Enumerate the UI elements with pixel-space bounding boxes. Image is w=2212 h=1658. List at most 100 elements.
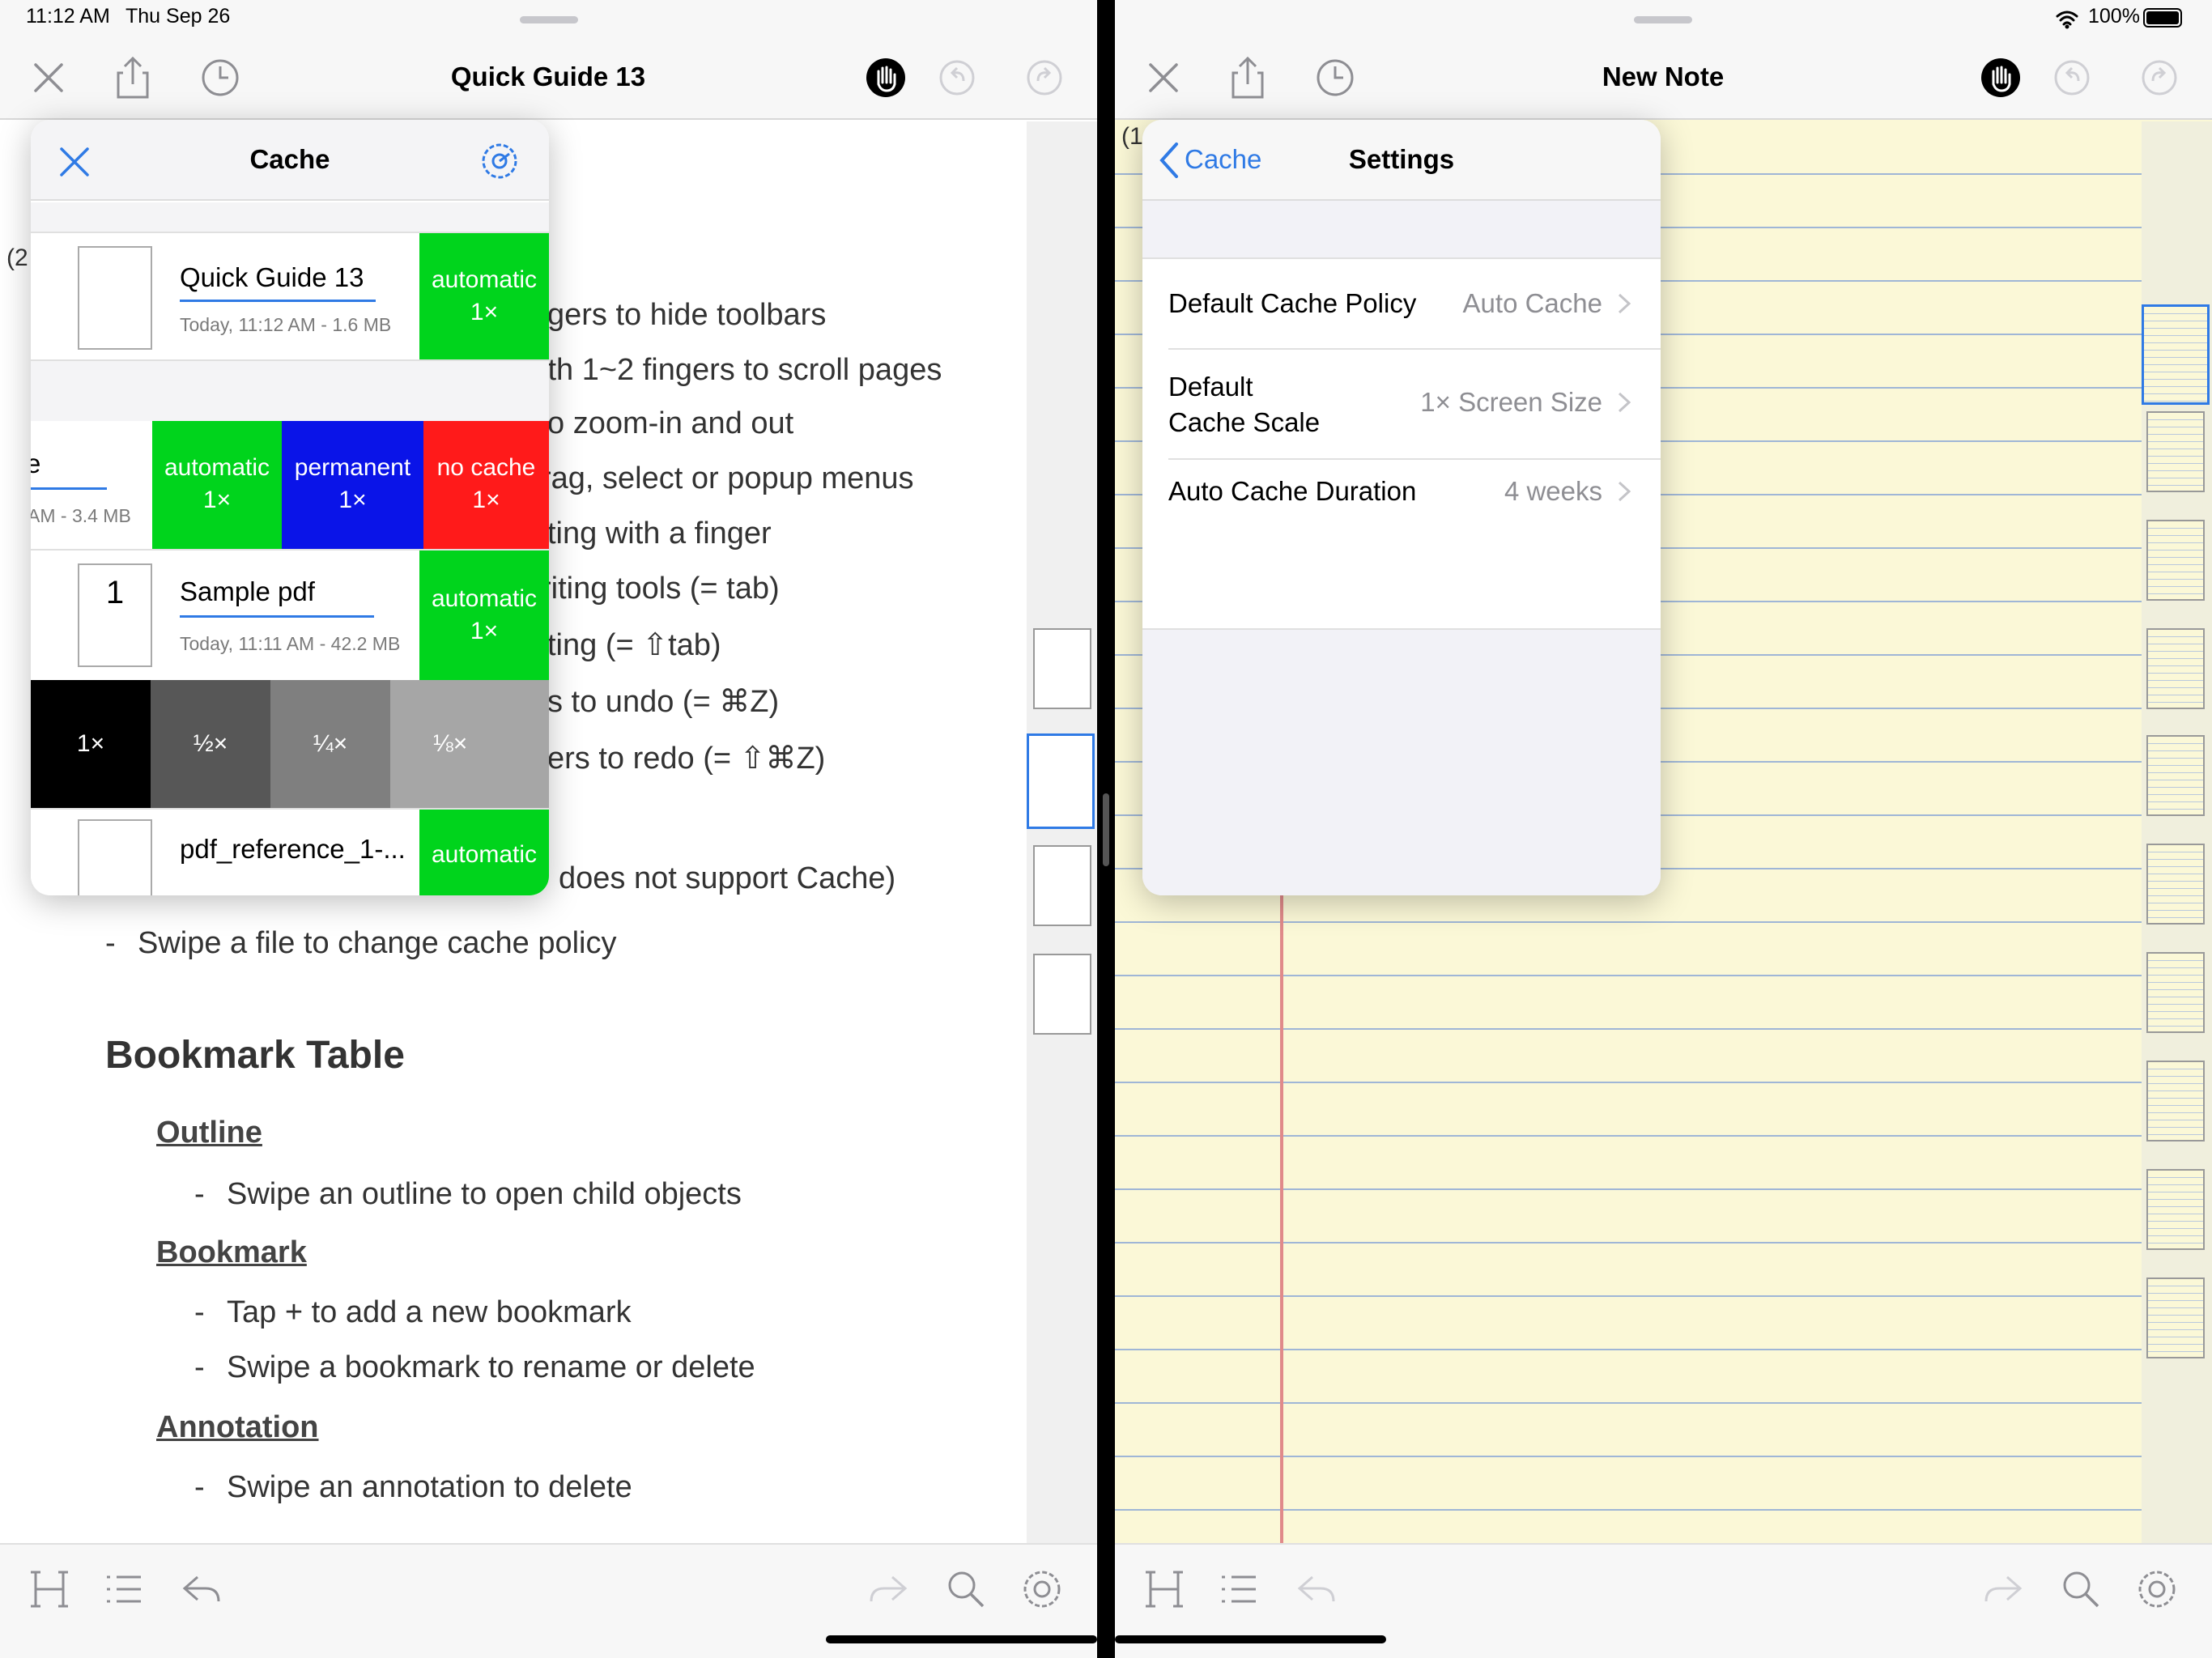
automatic-action-button[interactable]: automatic 1× [152, 421, 282, 549]
search-icon[interactable] [944, 1567, 988, 1611]
undo-icon[interactable] [934, 55, 980, 100]
doc-line: ting with a finger [547, 517, 772, 551]
page-thumbnail[interactable] [2146, 735, 2205, 816]
list-icon[interactable] [102, 1567, 146, 1611]
back-arrow-icon[interactable] [180, 1567, 223, 1611]
settings-gear-icon[interactable] [2135, 1567, 2179, 1611]
action-scale: 1× [202, 487, 232, 513]
default-cache-scale-row[interactable]: Default Cache Scale 1× Screen Size [1142, 350, 1661, 458]
cache-policy-badge[interactable]: automatic 1× [419, 551, 549, 682]
setting-label: Default Cache Scale [1168, 372, 1321, 437]
close-icon[interactable] [1141, 55, 1186, 100]
default-cache-policy-row[interactable]: Default Cache Policy Auto Cache [1142, 259, 1661, 348]
right-navigation-bar: 100% New Note [1115, 0, 2212, 120]
forward-arrow-icon[interactable] [866, 1567, 910, 1611]
search-icon[interactable] [2059, 1567, 2103, 1611]
share-icon[interactable] [110, 55, 155, 100]
page-thumbnail[interactable] [2146, 411, 2205, 492]
home-indicator-right [1115, 1635, 1386, 1643]
setting-label: Default Cache Policy [1168, 288, 1417, 318]
page-thumbnail[interactable] [1033, 845, 1091, 926]
file-name: pdf_reference_1-... [180, 834, 406, 864]
scale-quarter-button[interactable]: ¼× [270, 680, 390, 808]
file-thumbnail [78, 819, 152, 895]
cache-popover-header: Cache [31, 120, 549, 201]
page-thumbnail[interactable] [1033, 954, 1091, 1035]
file-underline [180, 300, 376, 302]
file-underline [31, 487, 107, 490]
page-thumbnail[interactable] [2146, 1061, 2205, 1141]
file-row-sample-pdf[interactable]: 1 Sample pdf Today, 11:11 AM - 42.2 MB a… [31, 549, 549, 682]
scale-1x-button[interactable]: 1× [31, 680, 151, 808]
page-thumbnail[interactable] [2146, 1278, 2205, 1358]
doc-line: does not support Cache) [559, 861, 896, 895]
cache-popover: Cache Quick Guide 13 Today, 11:12 AM - 1… [31, 120, 549, 895]
multitasking-grabber[interactable] [1634, 16, 1692, 23]
close-icon[interactable] [26, 55, 71, 100]
page-thumbnail[interactable] [2146, 844, 2205, 925]
list-spacer [31, 202, 549, 232]
battery-percent: 100% [2088, 5, 2140, 28]
bookmark-h-icon[interactable] [1142, 1567, 1186, 1611]
undo-icon[interactable] [2049, 55, 2095, 100]
settings-popover-title: Settings [1348, 144, 1455, 174]
wifi-icon [2056, 11, 2078, 29]
left-pane: (2 gers to hide toolbars ith 1~2 fingers… [0, 0, 1097, 1658]
cache-policy-badge[interactable]: automatic [419, 810, 549, 895]
gear-icon[interactable] [479, 141, 520, 181]
doc-line: ith 1~2 fingers to scroll pages [541, 353, 942, 387]
action-label: no cache [436, 454, 536, 481]
doc-line: rag, select or popup menus [541, 461, 914, 495]
file-name: e [31, 449, 41, 478]
share-icon[interactable] [1225, 55, 1270, 100]
history-clock-icon[interactable] [198, 55, 243, 100]
setting-value: 4 weeks [1504, 476, 1602, 506]
auto-cache-duration-row[interactable]: Auto Cache Duration 4 weeks [1142, 460, 1661, 533]
page-thumbnail-current[interactable] [2142, 304, 2210, 405]
list-icon[interactable] [1217, 1567, 1261, 1611]
redo-icon[interactable] [2137, 55, 2182, 100]
status-date: Thu Sep 26 [125, 5, 231, 28]
subsection-heading: Bookmark [156, 1235, 307, 1269]
permanent-action-button[interactable]: permanent 1× [282, 421, 423, 549]
split-view-divider-handle[interactable] [1103, 793, 1109, 866]
forward-arrow-icon[interactable] [1981, 1567, 2025, 1611]
battery-icon [2143, 8, 2182, 28]
hand-tool-icon[interactable] [863, 55, 908, 100]
page-thumbnail[interactable] [1033, 628, 1091, 709]
file-row-pdf-reference[interactable]: pdf_reference_1-... automatic [31, 808, 549, 895]
page-thumbnail[interactable] [2146, 520, 2205, 601]
back-arrow-icon[interactable] [1295, 1567, 1338, 1611]
subsection-heading: Outline [156, 1116, 262, 1150]
history-clock-icon[interactable] [1312, 55, 1358, 100]
bullet-dash: - [105, 926, 116, 960]
file-row-swiped[interactable]: e AM - 3.4 MB automatic 1× permanent 1× … [31, 421, 549, 549]
redo-icon[interactable] [1022, 55, 1067, 100]
thumbnail-strip[interactable] [1027, 121, 1097, 1543]
file-thumbnail: 1 [78, 563, 152, 667]
cache-policy-badge[interactable]: automatic 1× [419, 233, 549, 361]
settings-gear-icon[interactable] [1020, 1567, 1064, 1611]
doc-line: Swipe a bookmark to rename or delete [227, 1350, 755, 1384]
page-thumbnail[interactable] [2146, 1169, 2205, 1250]
section-heading: Bookmark Table [105, 1034, 405, 1077]
doc-line: Tap + to add a new bookmark [227, 1295, 632, 1329]
thumbnail-page-number: 1 [105, 575, 125, 610]
page-thumbnail-current[interactable] [1027, 733, 1095, 829]
settings-empty-area [1142, 630, 1661, 895]
page-thumbnail[interactable] [2146, 628, 2205, 709]
note-title: New Note [1602, 62, 1725, 91]
file-meta: Today, 11:11 AM - 42.2 MB [180, 633, 401, 654]
settings-group: Default Cache Policy Auto Cache Default … [1142, 257, 1661, 630]
bookmark-h-icon[interactable] [28, 1567, 71, 1611]
no-cache-action-button[interactable]: no cache 1× [423, 421, 549, 549]
scale-half-button[interactable]: ½× [151, 680, 270, 808]
doc-line: o zoom-in and out [547, 406, 794, 440]
settings-popover-header: Cache Settings [1142, 120, 1661, 201]
multitasking-grabber[interactable] [520, 16, 578, 23]
hand-tool-icon[interactable] [1978, 55, 2023, 100]
doc-line: s to undo (= ⌘Z) [547, 685, 780, 719]
scale-eighth-button[interactable]: ⅛× [390, 680, 510, 808]
file-row-quick-guide[interactable]: Quick Guide 13 Today, 11:12 AM - 1.6 MB … [31, 232, 549, 361]
page-thumbnail[interactable] [2146, 952, 2205, 1033]
